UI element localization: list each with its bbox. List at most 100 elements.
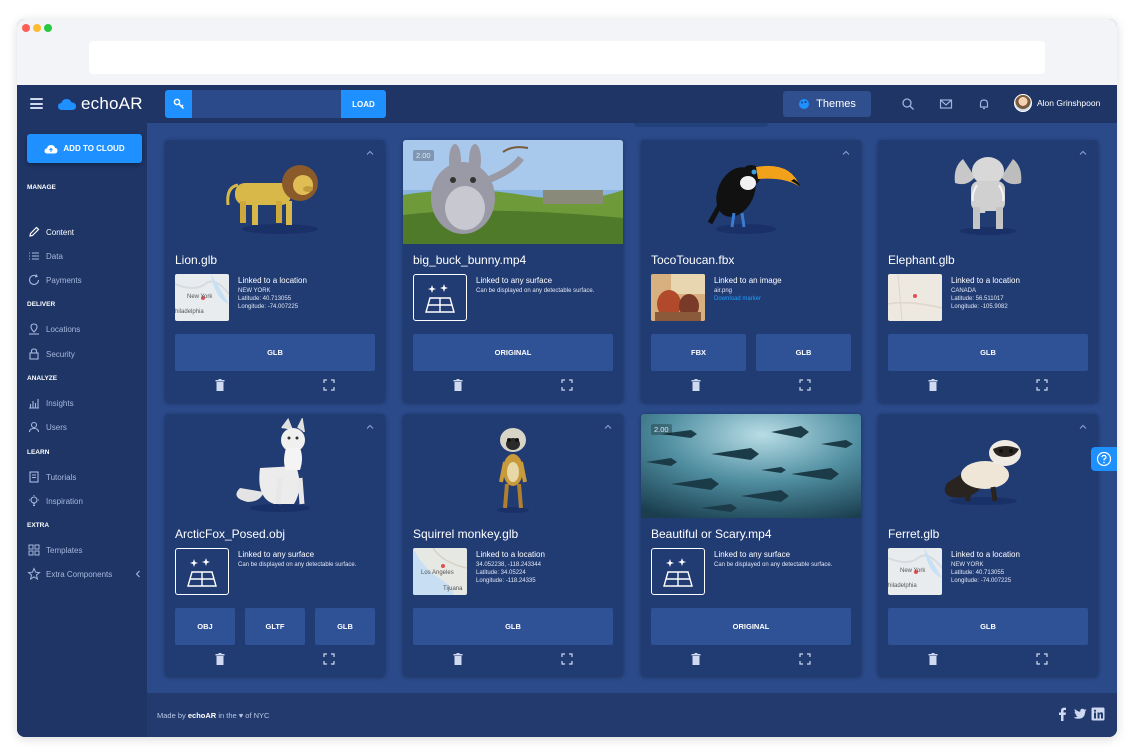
minimize-dot[interactable] [33,24,41,32]
format-button-glb[interactable]: GLB [413,608,613,645]
sidebar-item-templates[interactable]: Templates [27,543,142,557]
trash-icon[interactable] [215,653,225,665]
model-preview[interactable] [641,140,861,244]
facebook-icon[interactable] [1055,707,1069,721]
model-preview[interactable] [165,414,385,518]
browser-chrome [17,19,1117,85]
format-button-glb[interactable]: GLB [888,608,1088,645]
latitude: Latitude: 40.713055 [238,296,292,302]
model-preview[interactable] [403,414,623,518]
format-button-original[interactable]: ORIGINAL [651,608,851,645]
trash-icon[interactable] [691,379,701,391]
surface-icon [413,274,467,321]
trash-icon[interactable] [215,379,225,391]
asset-title: Squirrel monkey.glb [413,527,519,541]
mail-icon[interactable] [939,97,953,111]
sidebar-item-insights[interactable]: Insights [27,396,142,410]
map-thumbnail: Los Angeles Tijuana [413,548,467,595]
squirrel-monkey-model-image [497,428,529,513]
format-button-glb[interactable]: GLB [175,334,375,371]
search-icon[interactable] [901,97,915,111]
asset-card[interactable]: ArcticFox_Posed.obj Linked to any surfac… [165,414,385,676]
target-type: Linked to a location [476,550,545,559]
trash-icon[interactable] [928,653,938,665]
add-to-cloud-button[interactable]: ADD TO CLOUD [27,134,142,163]
asset-title: big_buck_bunny.mp4 [413,253,527,267]
themes-button[interactable]: Themes [783,91,871,117]
asset-card[interactable]: Lion.glb New York hiladelphia Linked to … [165,140,385,402]
fullscreen-icon[interactable] [561,653,573,665]
target-type: Linked to an image [714,276,782,285]
chevron-left-icon[interactable] [134,570,142,578]
asset-card[interactable]: Squirrel monkey.glb Los Angeles Tijuana … [403,414,623,676]
format-buttons: ORIGINAL [651,608,851,645]
fullscreen-icon[interactable] [1036,379,1048,391]
menu-icon[interactable] [30,98,43,109]
trash-icon[interactable] [928,379,938,391]
asset-card[interactable]: Ferret.glb New York hiladelphia Linked t… [878,414,1098,676]
pencil-icon [29,226,40,237]
close-dot[interactable] [22,24,30,32]
api-key-input[interactable] [192,90,341,118]
key-icon[interactable] [165,90,192,118]
twitter-icon[interactable] [1073,707,1087,721]
star-icon [27,567,41,581]
sidebar-item-locations[interactable]: Locations [27,322,142,336]
location-name: NEW YORK [238,288,271,294]
model-preview[interactable] [165,140,385,244]
sidebar-item-label: Security [46,349,75,359]
format-button-glb[interactable]: GLB [756,334,851,371]
bell-icon[interactable] [977,97,991,111]
video-preview[interactable]: 2.00 [641,414,861,518]
help-button[interactable] [1091,447,1117,471]
sidebar-item-content[interactable]: Content [27,225,142,239]
model-preview[interactable] [878,140,1098,244]
fullscreen-icon[interactable] [1036,653,1048,665]
footer: Made by echoAR in the ♥ of NYC [147,693,1117,737]
sidebar-item-security[interactable]: Security [27,347,142,361]
map-label: New York [187,294,213,300]
fullscreen-icon[interactable] [561,379,573,391]
user-menu[interactable]: Alon Grinshpoon [1014,94,1100,112]
list-icon [29,252,39,260]
asset-card[interactable]: TocoToucan.fbx Linked to an image air.pn… [641,140,861,402]
format-button-obj[interactable]: OBJ [175,608,235,645]
asset-card[interactable]: 2.00 Beautiful or Scary.mp4 Linked to an… [641,414,861,676]
maximize-dot[interactable] [44,24,52,32]
fullscreen-icon[interactable] [799,379,811,391]
format-button-gltf[interactable]: GLTF [245,608,305,645]
format-button-glb[interactable]: GLB [315,608,375,645]
logo[interactable]: echoAR [57,94,143,114]
asset-card[interactable]: Elephant.glb Linked to a location CANADA… [878,140,1098,402]
model-preview[interactable] [878,414,1098,518]
video-preview[interactable]: 2.00 [403,140,623,244]
sidebar-item-extra-components[interactable]: Extra Components [27,567,142,581]
browser-window: echoAR LOAD Themes Alon Grinshpoon ADD T… [17,19,1117,737]
linkedin-icon[interactable] [1091,707,1105,721]
map-label: New York [900,568,926,574]
fullscreen-icon[interactable] [323,379,335,391]
asset-card[interactable]: 2.00 big_buck_bunny.mp4 Linked to any su… [403,140,623,402]
footer-brand[interactable]: echoAR [188,711,216,720]
fullscreen-icon[interactable] [323,653,335,665]
trash-icon[interactable] [453,379,463,391]
surface-icon [175,548,229,595]
target-type: Linked to any surface [238,550,315,559]
sidebar-item-users[interactable]: Users [27,420,142,434]
format-button-glb[interactable]: GLB [888,334,1088,371]
asset-title: Beautiful or Scary.mp4 [651,527,772,541]
trash-icon[interactable] [453,653,463,665]
sidebar-item-inspiration[interactable]: Inspiration [27,494,142,508]
latitude: Latitude: 34.05224 [476,570,526,576]
sidebar-item-tutorials[interactable]: Tutorials [27,470,142,484]
format-button-fbx[interactable]: FBX [651,334,746,371]
address-bar[interactable] [89,41,1045,74]
format-button-original[interactable]: ORIGINAL [413,334,613,371]
download-marker-link[interactable]: Download marker [714,296,782,302]
format-buttons: GLB [413,608,613,645]
fullscreen-icon[interactable] [799,653,811,665]
trash-icon[interactable] [691,653,701,665]
sidebar-item-data[interactable]: Data [27,249,142,263]
sidebar-item-payments[interactable]: Payments [27,273,142,287]
load-button[interactable]: LOAD [341,90,386,118]
